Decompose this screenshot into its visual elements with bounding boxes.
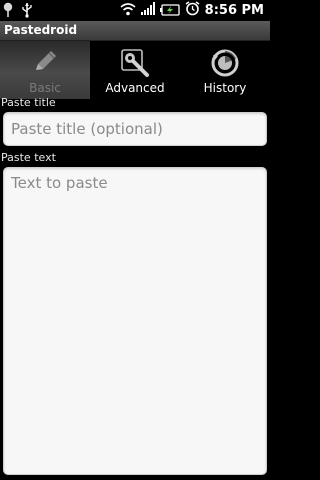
paste-title-input[interactable] xyxy=(3,112,267,146)
paste-title-label: Paste title xyxy=(1,96,56,109)
tab-basic-label: Basic xyxy=(29,81,61,95)
tab-history-label: History xyxy=(203,81,247,95)
app-title: Pastedroid xyxy=(4,23,78,37)
status-bar: 8:56 PM xyxy=(0,0,270,21)
alarm-icon xyxy=(185,1,200,20)
battery-charging-icon xyxy=(159,1,180,20)
tab-history[interactable]: History xyxy=(180,41,270,99)
signal-icon xyxy=(140,1,155,20)
paste-form: Paste title Paste text xyxy=(0,96,270,480)
tab-basic[interactable]: Basic xyxy=(0,41,90,99)
status-clock: 8:56 PM xyxy=(204,3,264,18)
title-bar: Pastedroid xyxy=(0,21,270,41)
screen: 8:56 PM Pastedroid Basic Advanced Histor… xyxy=(0,0,270,480)
wifi-icon xyxy=(120,1,136,20)
status-right-icons: 8:56 PM xyxy=(120,1,264,20)
tab-advanced-label: Advanced xyxy=(105,81,165,95)
tab-advanced[interactable]: Advanced xyxy=(90,41,180,99)
paste-text-label: Paste text xyxy=(1,151,56,164)
pin-icon xyxy=(3,2,13,22)
status-left-icons xyxy=(3,2,33,22)
tab-bar: Basic Advanced History xyxy=(0,41,270,99)
paste-text-area[interactable] xyxy=(3,167,267,475)
usb-icon xyxy=(21,2,33,22)
